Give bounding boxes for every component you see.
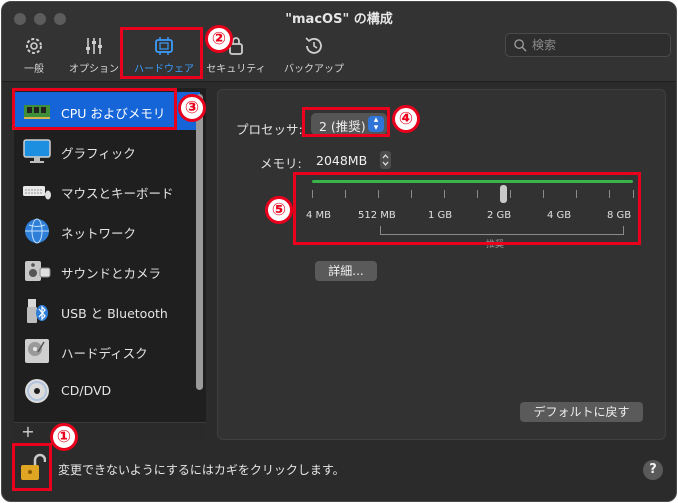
- settings-panel: [217, 89, 666, 440]
- hard-disk-icon: [25, 339, 49, 363]
- sidebar-item-label: USB と Bluetooth: [61, 306, 168, 321]
- annotation-marker-4: ④: [392, 105, 420, 133]
- processor-select[interactable]: 2 (推奨) ▴ ▾: [311, 113, 387, 135]
- hardware-sidebar: CPU およびメモリ グラフィック マウスとキーボード ネットワーク サウンドと…: [14, 88, 206, 422]
- slider-tick-mark: [543, 190, 544, 198]
- slider-tick-mark: [576, 190, 577, 198]
- slider-tick-mark: [633, 190, 634, 198]
- tab-backup[interactable]: バックアップ: [272, 30, 356, 78]
- annotation-marker-5: ⑤: [265, 196, 293, 224]
- restore-defaults-button[interactable]: デフォルトに戻す: [520, 402, 643, 422]
- sidebar-item-network[interactable]: ネットワーク: [14, 212, 200, 250]
- slider-tick-mark: [312, 190, 313, 198]
- clock-back-icon: [305, 37, 322, 54]
- search-icon: [514, 39, 527, 52]
- sidebar-item-label: サウンドとカメラ: [61, 266, 162, 281]
- slider-tick-mark: [411, 190, 412, 198]
- help-button[interactable]: ?: [643, 460, 663, 480]
- disc-icon: [25, 379, 49, 403]
- annotation-marker-2: ②: [205, 25, 233, 53]
- keyboard-icon: [23, 186, 51, 200]
- memory-slider-thumb[interactable]: [500, 185, 507, 203]
- memory-slider-track[interactable]: [312, 180, 633, 183]
- tab-label: バックアップ: [284, 64, 344, 75]
- sidebar-scrollbar[interactable]: [196, 94, 203, 390]
- window-title: "macOS" の構成: [285, 12, 393, 27]
- monitor-icon: [23, 139, 51, 163]
- sidebar-item-label: CPU およびメモリ: [61, 106, 166, 121]
- sidebar-item-usb-bluetooth[interactable]: USB と Bluetooth: [14, 292, 200, 330]
- speaker-icon: [25, 261, 51, 281]
- lock-hint-text: 変更できないようにするにはカギをクリックします。: [58, 463, 345, 477]
- tab-label: セキュリティ: [206, 64, 266, 75]
- annotation-marker-3: ③: [178, 94, 206, 122]
- tick-label: 2 GB: [487, 210, 512, 221]
- sidebar-add-bar: +: [14, 422, 206, 441]
- sidebar-item-graphics[interactable]: グラフィック: [14, 132, 200, 170]
- memory-value[interactable]: 2048MB: [316, 153, 367, 168]
- unlocked-padlock-icon[interactable]: [20, 452, 46, 482]
- memory-label: メモリ:: [260, 156, 302, 171]
- sidebar-item-label: グラフィック: [61, 146, 136, 161]
- memory-chip-icon: [24, 105, 50, 119]
- tick-label: 4 GB: [547, 210, 572, 221]
- usb-bluetooth-icon: [27, 299, 48, 323]
- chip-icon: [155, 37, 173, 55]
- memory-stepper[interactable]: [380, 151, 391, 169]
- slider-tick-mark: [510, 190, 511, 198]
- chevron-updown-icon: ▴ ▾: [368, 116, 384, 133]
- recommended-label: 推奨: [482, 237, 509, 250]
- sidebar-item-cpu-memory[interactable]: CPU およびメモリ: [14, 92, 200, 130]
- configuration-window: "macOS" の構成 一般 オプション ハードウェア セキュリティ バックアッ…: [1, 1, 677, 502]
- globe-icon: [25, 218, 49, 244]
- annotation-marker-1: ①: [50, 423, 78, 451]
- tick-label: 4 MB: [306, 210, 332, 221]
- titlebar: "macOS" の構成 一般 オプション ハードウェア セキュリティ バックアッ…: [2, 2, 676, 82]
- sidebar-item-label: マウスとキーボード: [61, 186, 174, 201]
- details-button[interactable]: 詳細...: [315, 261, 377, 281]
- slider-tick-mark: [477, 190, 478, 198]
- tick-label: 1 GB: [428, 210, 453, 221]
- sidebar-item-cd-dvd[interactable]: CD/DVD: [14, 372, 200, 410]
- recommended-range-bracket: [380, 226, 624, 235]
- add-device-button[interactable]: +: [18, 423, 38, 441]
- sliders-icon: [86, 38, 102, 54]
- processor-value: 2 (推奨): [319, 119, 366, 134]
- sidebar-item-label: CD/DVD: [61, 383, 112, 398]
- slider-tick-mark: [345, 190, 346, 198]
- tick-label: 512 MB: [358, 210, 396, 221]
- tick-label: 8 GB: [607, 210, 632, 221]
- sidebar-item-hard-disk[interactable]: ハードディスク: [14, 332, 200, 370]
- slider-tick-mark: [444, 190, 445, 198]
- sidebar-item-label: ハードディスク: [61, 346, 148, 361]
- sidebar-item-sound-camera[interactable]: サウンドとカメラ: [14, 252, 200, 290]
- slider-tick-mark: [609, 190, 610, 198]
- sidebar-item-mouse-keyboard[interactable]: マウスとキーボード: [14, 172, 200, 210]
- sidebar-item-label: ネットワーク: [61, 226, 137, 241]
- stepper-arrows-icon: [382, 154, 389, 166]
- processor-label: プロセッサ:: [236, 122, 303, 137]
- gear-icon: [26, 38, 42, 54]
- search-field[interactable]: [505, 33, 671, 57]
- search-input[interactable]: [532, 37, 662, 53]
- slider-tick-mark: [378, 190, 379, 198]
